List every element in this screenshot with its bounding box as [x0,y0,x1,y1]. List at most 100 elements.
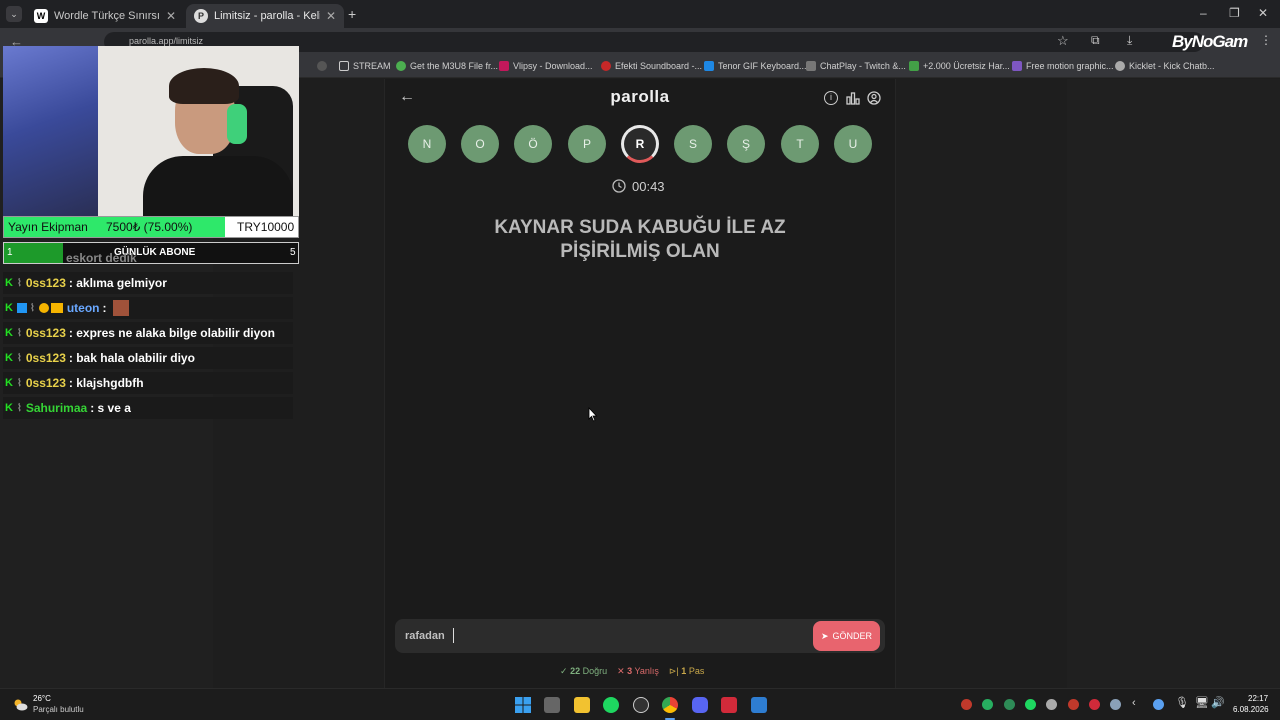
tray-icon[interactable] [1046,699,1057,710]
stats-icon[interactable] [846,91,860,105]
app-blue-icon[interactable] [751,697,767,713]
chat-message: K ⌇ 0ss123 : klajshgdbfh [3,372,293,394]
mouse-cursor-icon [588,406,598,427]
obs-icon[interactable] [633,697,649,713]
bookmark-stream[interactable]: STREAM [339,61,391,71]
chat-user: Sahurimaa [25,401,88,415]
timer-text: 00:43 [632,179,665,194]
tray-steam-icon[interactable] [1110,699,1121,710]
app-title: parolla [610,87,670,106]
spotify-icon[interactable] [603,697,619,713]
clock-icon [612,179,626,193]
bookmark-label: ChatPlay - Twitch &... [820,61,906,71]
wrong-count: 3 [627,666,633,676]
microphone-icon[interactable]: 🎙 [1175,696,1189,709]
tray-icon[interactable] [982,699,993,710]
chat-text: : aklıma gelmiyor [68,276,167,290]
sub-start: 1 [7,247,13,258]
kick-icon: K [5,302,13,314]
tab-search-button[interactable]: ⌄ [6,6,22,22]
cross-icon: ✕ [617,666,625,676]
minimize-button[interactable]: – [1200,6,1207,20]
volume-icon[interactable]: 🔊 [1211,696,1225,709]
start-icon[interactable] [515,697,531,713]
donation-goal: TRY10000 [237,220,295,234]
close-icon[interactable]: ✕ [166,9,176,23]
star-icon[interactable]: ☆ [1057,33,1069,49]
chat-message: K ⌇ 0ss123 : expres ne alaka bilge olabil… [3,322,293,344]
close-icon[interactable]: ✕ [326,9,336,23]
url-text: parolla.app/limitsiz [129,36,204,46]
chrome-icon[interactable] [662,697,678,713]
window-close-button[interactable]: ✕ [1258,6,1268,20]
right-gutter [1067,79,1280,688]
wrong-stat: ✕ 3 Yanlış [617,666,659,677]
glyph-icon: ⌇ [16,402,22,414]
download-icon[interactable]: ⤓ [1127,33,1132,48]
bookmark-vlipsy[interactable]: Vlipsy - Download... [499,61,593,71]
tab-wordle[interactable]: W Wordle Türkçe Sınırsız - Beklem ✕ [26,4,184,28]
bookmark-kicklet[interactable]: Kicklet - Kick Chatb... [1115,61,1215,71]
new-tab-button[interactable]: + [348,6,356,22]
badge-icon [16,303,27,313]
back-arrow-icon[interactable]: ← [399,88,415,106]
discord-icon[interactable] [692,697,708,713]
tray-icon[interactable] [1068,699,1079,710]
bookmark-chatplay[interactable]: ChatPlay - Twitch &... [806,61,906,71]
task-view-icon[interactable] [544,697,560,713]
donation-label: Yayın Ekipman [8,220,88,234]
letter-circle: T [781,125,819,163]
bookmark-label: +2.000 Ücretsiz Har... [923,61,1010,71]
glyph-icon: ⌇ [16,277,22,289]
question-text: KAYNAR SUDA KABUĞU İLE AZ PİŞİRİLMİŞ OLA… [440,216,840,264]
bookmark-icon [499,61,509,71]
extensions-icon[interactable]: ⧉ [1091,33,1100,48]
tray-icon[interactable] [961,699,972,710]
streamer-hair [169,68,239,104]
letter-circle: Ö [514,125,552,163]
score-stats: ✓ 22 Doğru ✕ 3 Yanlış ⊳| 1 Pas [560,666,704,677]
skip-icon: ⊳| [668,666,679,676]
chat-user: 0ss123 [25,276,66,290]
bookmark-m3u8[interactable]: Get the M3U8 File fr... [396,61,498,71]
send-button[interactable]: ➤ GÖNDER [813,621,880,651]
donation-goal-bar: Yayın Ekipman 7500₺ (75.00%) TRY10000 [3,216,299,238]
tray-icon[interactable] [1004,699,1015,710]
weather-icon[interactable] [12,697,28,711]
bookmark-icon [909,61,919,71]
user-icon[interactable] [867,91,881,105]
network-icon[interactable]: 🖥 [1195,696,1209,709]
info-icon[interactable]: i [824,91,838,105]
bookmark-motion[interactable]: Free motion graphic... [1012,61,1114,71]
headset-icon [227,104,247,144]
chat-message: K ⌇ uteon : [3,297,293,319]
bookmark-icon-only[interactable] [317,61,331,71]
tab-title: Wordle Türkçe Sınırsız - Beklem [54,10,160,22]
tray-icon[interactable] [1153,699,1164,710]
bookmark-ucretsiz[interactable]: +2.000 Ücretsiz Har... [909,61,1010,71]
bookmark-efekti[interactable]: Efekti Soundboard -... [601,61,702,71]
tray-icon[interactable] [1089,699,1100,710]
answer-input[interactable]: rafadan [395,619,885,653]
kick-icon: K [5,327,13,339]
correct-label: Doğru [582,666,608,676]
badge-icon [38,303,49,313]
bookmark-tenor[interactable]: Tenor GIF Keyboard... [704,61,807,71]
emote-icon [112,300,129,316]
file-explorer-icon[interactable] [574,697,590,713]
bookmark-icon [317,61,327,71]
tray-spotify-icon[interactable] [1025,699,1036,710]
menu-icon[interactable]: ⋮ [1260,33,1272,47]
tray-chevron-icon[interactable]: ‹ [1132,697,1136,709]
pass-stat: ⊳| 1 Pas [669,666,704,677]
text-caret [453,628,454,643]
pass-count: 1 [681,666,687,676]
kick-icon: K [5,352,13,364]
bookmark-label: Tenor GIF Keyboard... [718,61,807,71]
app-red-icon[interactable] [721,697,737,713]
chat-text: : expres ne alaka bilge olabilir diyon [68,326,275,340]
maximize-button[interactable]: ❐ [1229,6,1240,20]
tab-parolla[interactable]: P Limitsiz - parolla - Kelime o ✕ [186,4,344,28]
send-icon: ➤ [820,630,829,641]
clock-time: 22:17 [1248,694,1269,703]
